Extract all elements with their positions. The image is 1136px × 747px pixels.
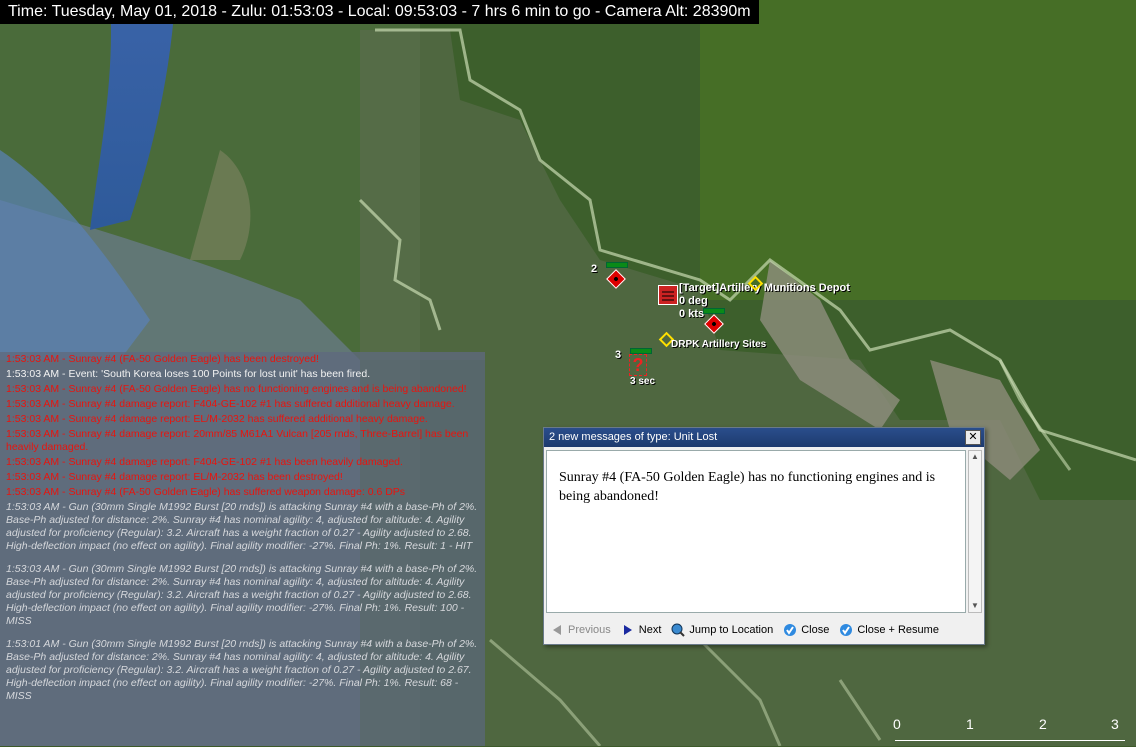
- next-button[interactable]: Next: [621, 623, 662, 637]
- jump-to-location-button[interactable]: Jump to Location: [671, 623, 773, 637]
- target-heading: 0 deg: [679, 295, 708, 307]
- message-dialog[interactable]: 2 new messages of type: Unit Lost ✕ Sunr…: [543, 427, 985, 645]
- scroll-up-icon[interactable]: ▲: [969, 451, 981, 463]
- unit-health-bar: [703, 308, 725, 314]
- log-entry: 1:53:03 AM - Sunray #4 (FA-50 Golden Eag…: [6, 486, 406, 498]
- scale-bar: 0 1 2 3: [893, 716, 1136, 746]
- scale-label: 0: [893, 716, 901, 732]
- status-bar: Time: Tuesday, May 01, 2018 - Zulu: 01:5…: [0, 0, 759, 24]
- log-entry: 1:53:03 AM - Gun (30mm Single M1992 Burs…: [6, 501, 478, 552]
- dialog-toolbar: Previous Next Jump to Location Close Clo…: [544, 617, 982, 642]
- target-label: [Target]Artillery Munitions Depot: [679, 282, 850, 294]
- dialog-title-bar[interactable]: 2 new messages of type: Unit Lost ✕: [544, 428, 984, 447]
- dialog-title: 2 new messages of type: Unit Lost: [549, 431, 718, 443]
- scale-label: 1: [966, 716, 974, 732]
- message-log[interactable]: 1:53:03 AM - Sunray #4 (FA-50 Golden Eag…: [0, 352, 485, 746]
- close-resume-label: Close + Resume: [857, 623, 939, 636]
- arrow-left-icon: [553, 624, 561, 635]
- checkmark-icon: [784, 623, 797, 636]
- previous-button[interactable]: Previous: [550, 623, 611, 637]
- close-label: Close: [801, 623, 830, 636]
- close-resume-button[interactable]: Close + Resume: [839, 623, 939, 637]
- close-button[interactable]: Close: [783, 623, 829, 637]
- log-entry: 1:53:03 AM - Sunray #4 damage report: EL…: [6, 413, 428, 425]
- jump-to-location-label: Jump to Location: [689, 623, 774, 636]
- target-speed: 0 kts: [679, 308, 705, 320]
- log-entry: 1:53:03 AM - Sunray #4 damage report: F4…: [6, 398, 455, 410]
- checkmark-icon: [840, 623, 853, 636]
- log-entry: 1:53:03 AM - Event: 'South Korea loses 1…: [6, 368, 371, 380]
- log-entry: 1:53:03 AM - Gun (30mm Single M1992 Burs…: [6, 563, 478, 627]
- dialog-message: Sunray #4 (FA-50 Golden Eagle) has no fu…: [546, 450, 966, 613]
- scale-label: 2: [1039, 716, 1047, 732]
- contact-timer: 3 sec: [630, 376, 656, 387]
- log-entry: 1:53:01 AM - Gun (30mm Single M1992 Burs…: [6, 638, 478, 702]
- unit-number-label: 3: [615, 349, 622, 361]
- dialog-scrollbar[interactable]: ▲ ▼: [968, 450, 982, 613]
- next-label: Next: [638, 623, 662, 636]
- message-log-list: 1:53:03 AM - Sunray #4 (FA-50 Golden Eag…: [0, 353, 485, 703]
- unit-number-label: 2: [591, 263, 598, 275]
- previous-label: Previous: [568, 623, 611, 636]
- unknown-contact-icon[interactable]: ?: [629, 354, 647, 376]
- log-entry: 1:53:03 AM - Sunray #4 (FA-50 Golden Eag…: [6, 383, 467, 395]
- globe-icon: [671, 623, 686, 637]
- arrow-right-icon: [623, 624, 632, 635]
- scroll-down-icon[interactable]: ▼: [969, 600, 981, 612]
- unit-health-bar: [606, 262, 628, 268]
- log-entry: 1:53:03 AM - Sunray #4 (FA-50 Golden Eag…: [6, 353, 319, 365]
- log-entry: 1:53:03 AM - Sunray #4 damage report: F4…: [6, 456, 403, 468]
- target-facility-marker[interactable]: [658, 285, 678, 305]
- log-entry: 1:53:03 AM - Sunray #4 damage report: 20…: [6, 428, 469, 453]
- site-label: DRPK Artillery Sites: [671, 339, 767, 350]
- scale-label: 3: [1111, 716, 1119, 732]
- log-entry: 1:53:03 AM - Sunray #4 damage report: EL…: [6, 471, 343, 483]
- close-icon[interactable]: ✕: [965, 430, 981, 445]
